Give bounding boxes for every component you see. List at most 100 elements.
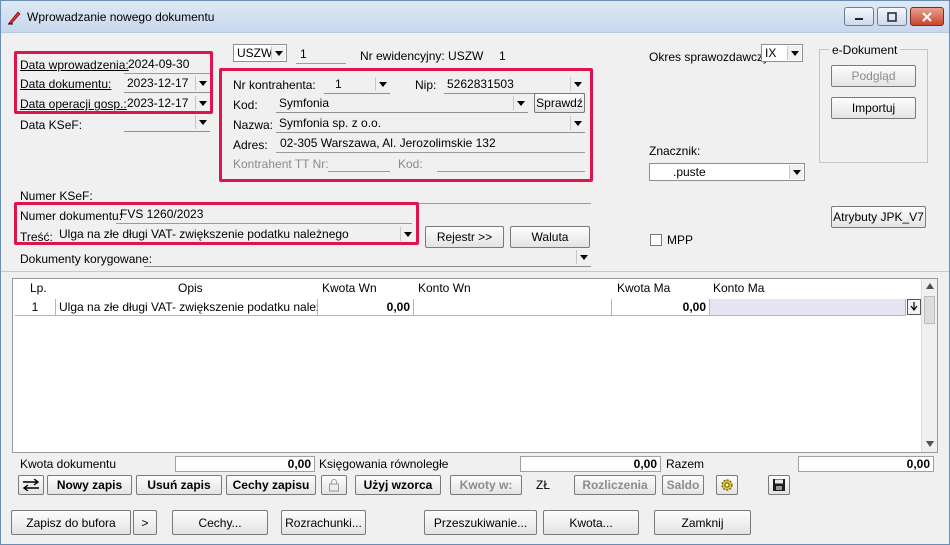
entries-grid: Lp. Opis Kwota Wn Konto Wn Kwota Ma Kont… xyxy=(12,278,938,453)
col-opis: Opis xyxy=(178,281,203,295)
kwota-dokumentu-value: 0,00 xyxy=(175,456,315,472)
maximize-button[interactable] xyxy=(877,7,907,26)
row-konto-ma[interactable] xyxy=(710,299,906,316)
rejestr-button[interactable]: Rejestr >> xyxy=(425,226,504,248)
razem-value: 0,00 xyxy=(798,456,934,472)
edokument-title: e-Dokument xyxy=(829,43,901,57)
zamknij-button[interactable]: Zamknij xyxy=(654,510,751,535)
tresc-field[interactable]: Ulga na złe długi VAT- zwiększenie podat… xyxy=(56,226,415,244)
atrybuty-jpk-button[interactable]: Atrybuty JPK_V7 xyxy=(831,206,926,228)
chevron-down-icon[interactable] xyxy=(570,77,584,91)
chevron-down-icon[interactable] xyxy=(570,116,584,130)
ksiegowania-label: Księgowania równoległe xyxy=(319,457,449,471)
col-kwota-ma: Kwota Ma xyxy=(617,281,671,295)
podglad-button[interactable]: Podgląd xyxy=(831,65,916,87)
scroll-down-icon[interactable] xyxy=(926,441,934,447)
kwoty-w-button[interactable]: Kwoty w: xyxy=(450,475,522,495)
chevron-down-icon[interactable] xyxy=(195,96,209,110)
usun-zapis-button[interactable]: Usuń zapis xyxy=(136,475,222,495)
mpp-checkbox[interactable] xyxy=(650,234,662,246)
maximize-icon xyxy=(887,11,897,22)
minimize-button[interactable] xyxy=(844,7,874,26)
nip-field[interactable]: 5262831503 xyxy=(444,76,585,94)
znacznik-value: .puste xyxy=(673,165,706,179)
account-picker-button[interactable] xyxy=(907,299,921,315)
row-opis[interactable]: Ulga na złe długi VAT- zwiększenie podat… xyxy=(56,299,318,316)
chevron-down-icon[interactable] xyxy=(789,165,803,179)
nowy-zapis-button[interactable]: Nowy zapis xyxy=(47,475,132,495)
chevron-down-icon[interactable] xyxy=(513,96,527,110)
chevron-down-icon[interactable] xyxy=(576,250,590,264)
currency-label: ZŁ xyxy=(536,478,551,492)
importuj-button[interactable]: Importuj xyxy=(831,97,916,119)
app-pen-icon xyxy=(8,11,21,25)
numer-dokumentu-field[interactable]: FVS 1260/2023 xyxy=(116,206,412,224)
dokumenty-korygowane-field[interactable] xyxy=(144,249,591,267)
data-operacji-field[interactable]: 2023-12-17 xyxy=(124,95,210,113)
lock-button[interactable] xyxy=(321,475,347,495)
col-konto-wn: Konto Wn xyxy=(418,281,471,295)
cechy-button[interactable]: Cechy... xyxy=(172,510,268,535)
kod-label: Kod: xyxy=(233,98,258,112)
close-button[interactable] xyxy=(910,7,944,26)
row-kwota-wn[interactable]: 0,00 xyxy=(318,299,414,316)
numer-ksef-field[interactable] xyxy=(86,186,591,204)
data-operacji-value: 2023-12-17 xyxy=(127,96,189,110)
lock-icon xyxy=(329,479,339,492)
adres-field[interactable]: 02-305 Warszawa, Al. Jerozolimskie 132 xyxy=(276,135,585,153)
chevron-down-icon[interactable] xyxy=(787,46,801,60)
data-wprowadzenia-field[interactable]: 2024-09-30 xyxy=(124,56,210,74)
znacznik-select[interactable]: .puste xyxy=(649,163,805,181)
minimize-icon xyxy=(855,17,863,20)
settings-button[interactable] xyxy=(716,475,738,495)
okres-select[interactable]: IX xyxy=(761,44,803,62)
scroll-thumb[interactable] xyxy=(924,296,935,324)
arrow-down-icon xyxy=(910,302,918,311)
data-wprowadzenia-label: Data wprowadzenia: xyxy=(20,58,129,72)
data-dokumentu-field[interactable]: 2023-12-17 xyxy=(124,75,210,93)
chevron-down-icon[interactable] xyxy=(195,115,209,129)
data-ksef-field[interactable] xyxy=(124,114,210,132)
title-bar: Wprowadzanie nowego dokumentu xyxy=(1,1,949,33)
data-ksef-label: Data KSeF: xyxy=(20,118,83,132)
data-dokumentu-value: 2023-12-17 xyxy=(127,76,189,90)
kwota-button[interactable]: Kwota... xyxy=(543,510,639,535)
row-konto-wn[interactable] xyxy=(414,299,612,316)
rejestr-nr-field[interactable]: 1 xyxy=(296,46,346,64)
more-options-button[interactable]: > xyxy=(133,510,157,535)
kontrahent-tt-field[interactable] xyxy=(328,154,390,172)
chevron-down-icon[interactable] xyxy=(271,46,285,60)
chevron-down-icon[interactable] xyxy=(375,77,389,91)
chevron-down-icon[interactable] xyxy=(195,76,209,90)
data-dokumentu-label: Data dokumentu: xyxy=(20,77,112,91)
nip-value: 5262831503 xyxy=(447,77,514,91)
separator xyxy=(1,271,949,272)
chevron-down-icon[interactable] xyxy=(400,227,414,241)
toggle-view-button[interactable] xyxy=(18,475,44,495)
waluta-button[interactable]: Waluta xyxy=(510,226,590,248)
okres-label: Okres sprawozdawczy: xyxy=(649,50,773,64)
przeszukiwanie-button[interactable]: Przeszukiwanie... xyxy=(424,510,537,535)
kontrahent-tt-kod-field[interactable] xyxy=(437,154,585,172)
rozliczenia-button[interactable]: Rozliczenia xyxy=(574,475,656,495)
scroll-up-icon[interactable] xyxy=(926,283,934,289)
sprawdz-button[interactable]: Sprawdź xyxy=(534,93,585,113)
nip-label: Nip: xyxy=(415,78,437,92)
grid-scrollbar[interactable] xyxy=(921,279,937,452)
rejestr-select[interactable]: USZW xyxy=(233,44,287,62)
nazwa-field[interactable]: Symfonia sp. z o.o. xyxy=(276,115,585,133)
rozrachunki-button[interactable]: Rozrachunki... xyxy=(281,510,366,535)
col-kwota-wn: Kwota Wn xyxy=(322,281,377,295)
uzyj-wzorca-button[interactable]: Użyj wzorca xyxy=(355,475,441,495)
kod-field[interactable]: Symfonia xyxy=(276,95,528,113)
row-kwota-ma[interactable]: 0,00 xyxy=(612,299,710,316)
znacznik-label: Znacznik: xyxy=(649,144,701,158)
zapisz-do-bufora-button[interactable]: Zapisz do bufora xyxy=(11,510,131,535)
tresc-label: Treść: xyxy=(20,230,53,244)
dokumenty-korygowane-label: Dokumenty korygowane: xyxy=(20,252,153,266)
nr-kontrahenta-field[interactable]: 1 xyxy=(324,76,390,94)
col-lp: Lp. xyxy=(30,281,47,295)
save-icon-button[interactable] xyxy=(768,475,790,495)
cechy-zapisu-button[interactable]: Cechy zapisu xyxy=(226,475,316,495)
saldo-button[interactable]: Saldo xyxy=(662,475,704,495)
